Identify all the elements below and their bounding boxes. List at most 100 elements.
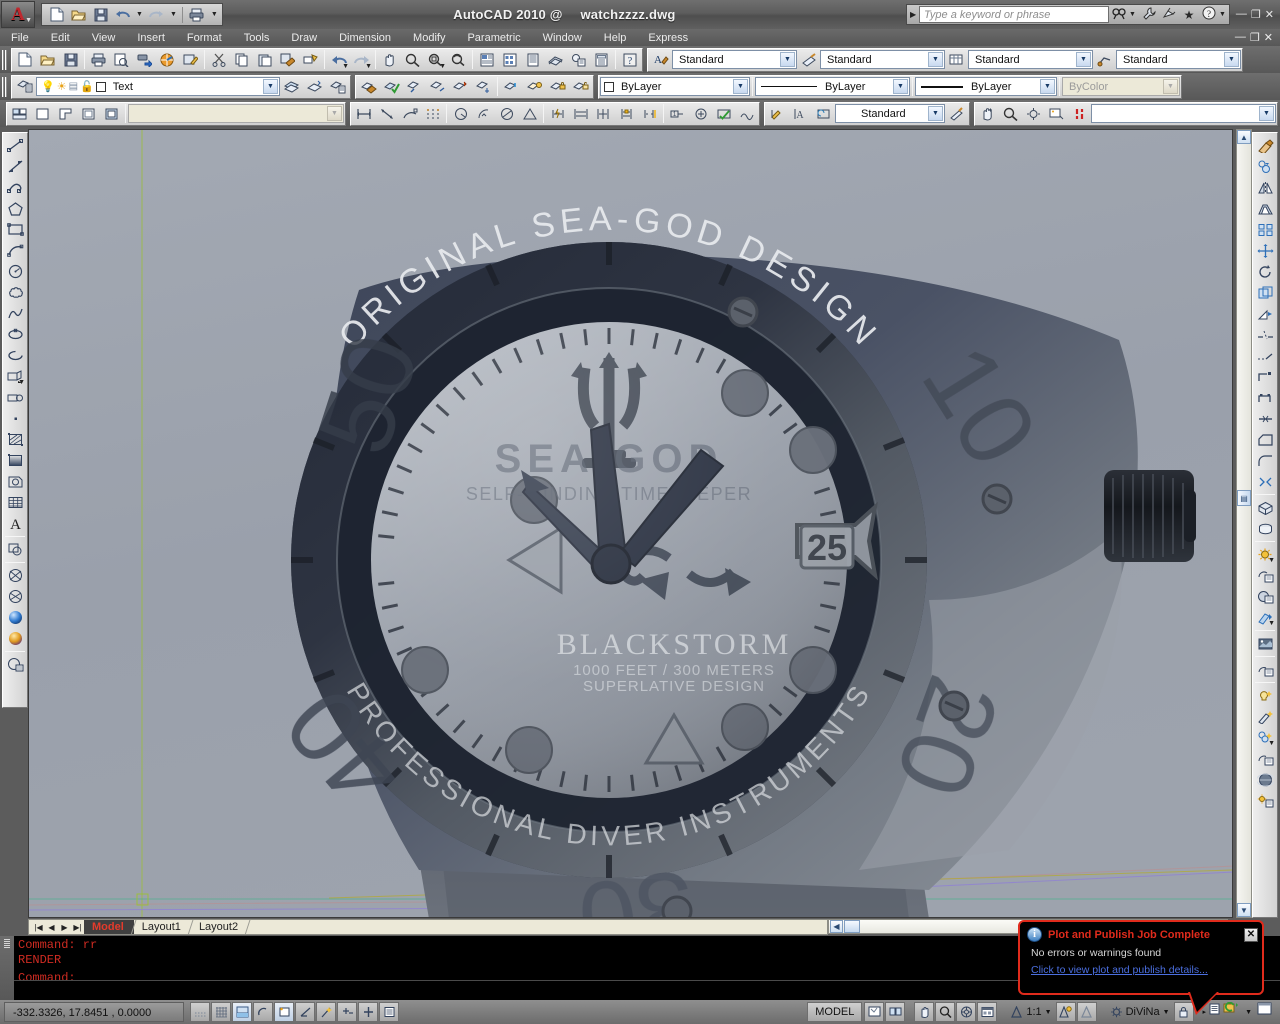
layer-control-combo[interactable]: 💡 ☀ ▤ 🔓 Text ▼: [36, 77, 280, 96]
minimize-button[interactable]: —: [1236, 8, 1247, 21]
application-menu-button[interactable]: A ▼: [1, 1, 35, 28]
dynamic-ucs-toggle[interactable]: [337, 1002, 357, 1022]
markup-icon[interactable]: [179, 49, 202, 71]
diameter-dim-icon[interactable]: [495, 103, 518, 125]
rectangle-icon[interactable]: [4, 219, 26, 240]
tab-layout2[interactable]: Layout2: [191, 920, 248, 934]
dim-break-icon[interactable]: [638, 103, 661, 125]
markup-set-icon[interactable]: [567, 49, 590, 71]
satellite-icon[interactable]: [1159, 7, 1179, 23]
save-icon[interactable]: [90, 5, 111, 24]
doc-close-button[interactable]: ✕: [1264, 31, 1273, 44]
scale-icon[interactable]: [1254, 282, 1276, 303]
undo-icon[interactable]: ▼: [327, 49, 350, 71]
angular-dim-icon[interactable]: [518, 103, 541, 125]
boundary-icon[interactable]: [4, 539, 26, 560]
sun-icon[interactable]: ☀: [57, 80, 67, 93]
linetype-control-combo[interactable]: ByLayer ▼: [755, 77, 910, 96]
paste-icon[interactable]: [253, 49, 276, 71]
dim-style-combo[interactable]: Standard ▼: [820, 50, 945, 69]
make-block-icon[interactable]: [4, 387, 26, 408]
zoom-previous-icon[interactable]: [447, 49, 470, 71]
showmotion-icon[interactable]: [977, 1002, 998, 1022]
multiline-text-icon[interactable]: A: [4, 513, 26, 534]
undo-dropdown-icon[interactable]: ▼: [136, 11, 143, 18]
point-icon[interactable]: [4, 408, 26, 429]
jogged-dim-icon[interactable]: [472, 103, 495, 125]
text-style-icon[interactable]: A: [649, 49, 672, 71]
designcenter-icon[interactable]: [498, 49, 521, 71]
table-style-icon[interactable]: [945, 49, 968, 71]
chevron-down-icon[interactable]: ▼: [1076, 52, 1091, 67]
tolerance-icon[interactable]: [689, 103, 712, 125]
dim-edit-icon[interactable]: [766, 103, 789, 125]
doc-restore-button[interactable]: ❐: [1250, 31, 1260, 44]
chevron-down-icon[interactable]: ▼: [1045, 1003, 1052, 1022]
layer-make-current-icon[interactable]: [303, 76, 326, 98]
chevron-down-icon[interactable]: ▼: [928, 52, 943, 67]
material-map-icon[interactable]: ▼: [1254, 727, 1276, 748]
chevron-down-icon[interactable]: ▼: [1163, 1003, 1170, 1022]
plot-preview-icon[interactable]: [110, 49, 133, 71]
circle-icon[interactable]: [4, 261, 26, 282]
quick-dim-icon[interactable]: [546, 103, 569, 125]
undo-icon[interactable]: [112, 5, 133, 24]
dim-style-icon[interactable]: [797, 49, 820, 71]
snap-mode-toggle[interactable]: [211, 1002, 231, 1022]
redo-icon[interactable]: ▼: [350, 49, 373, 71]
menu-item-view[interactable]: View: [81, 31, 127, 45]
render-env-icon[interactable]: ▼: [1254, 607, 1276, 628]
copy-icon[interactable]: [230, 49, 253, 71]
tab-layout1[interactable]: Layout1: [134, 920, 191, 934]
coordinates-display[interactable]: -332.3326, 17.8451 , 0.0000: [4, 1002, 184, 1022]
chevron-down-icon[interactable]: ▼: [263, 79, 278, 94]
table-icon[interactable]: [4, 492, 26, 513]
ordinate-dim-icon[interactable]: [421, 103, 444, 125]
redo-dropdown-icon[interactable]: ▼: [170, 11, 177, 18]
lightbulb-on-icon[interactable]: 💡: [41, 80, 55, 93]
polygon-icon[interactable]: [4, 198, 26, 219]
chevron-down-icon[interactable]: ▼: [342, 63, 349, 70]
new-icon[interactable]: [13, 49, 36, 71]
spline-icon[interactable]: [4, 303, 26, 324]
tab-last-button[interactable]: ▶|: [71, 923, 84, 932]
pan-icon[interactable]: [914, 1002, 935, 1022]
workspace-switcher[interactable]: DiViNa ▼: [1106, 1002, 1174, 1022]
3d-orbit-icon[interactable]: [976, 103, 999, 125]
break-at-point-icon[interactable]: [1254, 387, 1276, 408]
open-folder-icon[interactable]: [68, 5, 89, 24]
offset-icon[interactable]: [1254, 198, 1276, 219]
3d-print-icon[interactable]: [156, 49, 179, 71]
chevron-down-icon[interactable]: ▼: [893, 79, 908, 94]
ellipse-arc-icon[interactable]: [4, 345, 26, 366]
scroll-down-button[interactable]: ▼: [1237, 903, 1251, 917]
mirror-icon[interactable]: [1254, 177, 1276, 198]
grid-display-toggle[interactable]: [232, 1002, 252, 1022]
search-icon[interactable]: [1109, 7, 1129, 23]
menu-item-format[interactable]: Format: [176, 31, 233, 45]
color-control-combo[interactable]: ByLayer ▼: [600, 77, 750, 96]
menu-item-parametric[interactable]: Parametric: [456, 31, 531, 45]
chevron-down-icon[interactable]: ▼: [1268, 620, 1275, 627]
lineweight-toggle[interactable]: [379, 1002, 399, 1022]
chevron-down-icon[interactable]: ▼: [780, 52, 795, 67]
tab-next-button[interactable]: ▶: [58, 923, 71, 932]
materials-browser-icon[interactable]: [4, 654, 26, 675]
chevron-down-icon[interactable]: ▼: [1040, 79, 1055, 94]
scroll-up-button[interactable]: ▲: [1237, 130, 1251, 144]
aligned-dim-icon[interactable]: [375, 103, 398, 125]
gold-material-icon[interactable]: [4, 628, 26, 649]
erase-icon[interactable]: [1254, 135, 1276, 156]
dim-style-active-combo[interactable]: Standard ▼: [835, 104, 945, 123]
otrack-toggle[interactable]: [316, 1002, 336, 1022]
solid-extrude-icon[interactable]: [1254, 518, 1276, 539]
vertical-scroll-thumb[interactable]: ▤: [1237, 490, 1251, 506]
menu-item-edit[interactable]: Edit: [40, 31, 81, 45]
sphere-material-icon[interactable]: [4, 607, 26, 628]
multileader-icon[interactable]: 1: [666, 103, 689, 125]
match-properties-icon[interactable]: [276, 49, 299, 71]
revcloud-icon[interactable]: [4, 282, 26, 303]
layer-walk-icon[interactable]: [426, 76, 449, 98]
open-icon[interactable]: [36, 49, 59, 71]
tray-dropdown-icon[interactable]: ▼: [1245, 1003, 1252, 1022]
